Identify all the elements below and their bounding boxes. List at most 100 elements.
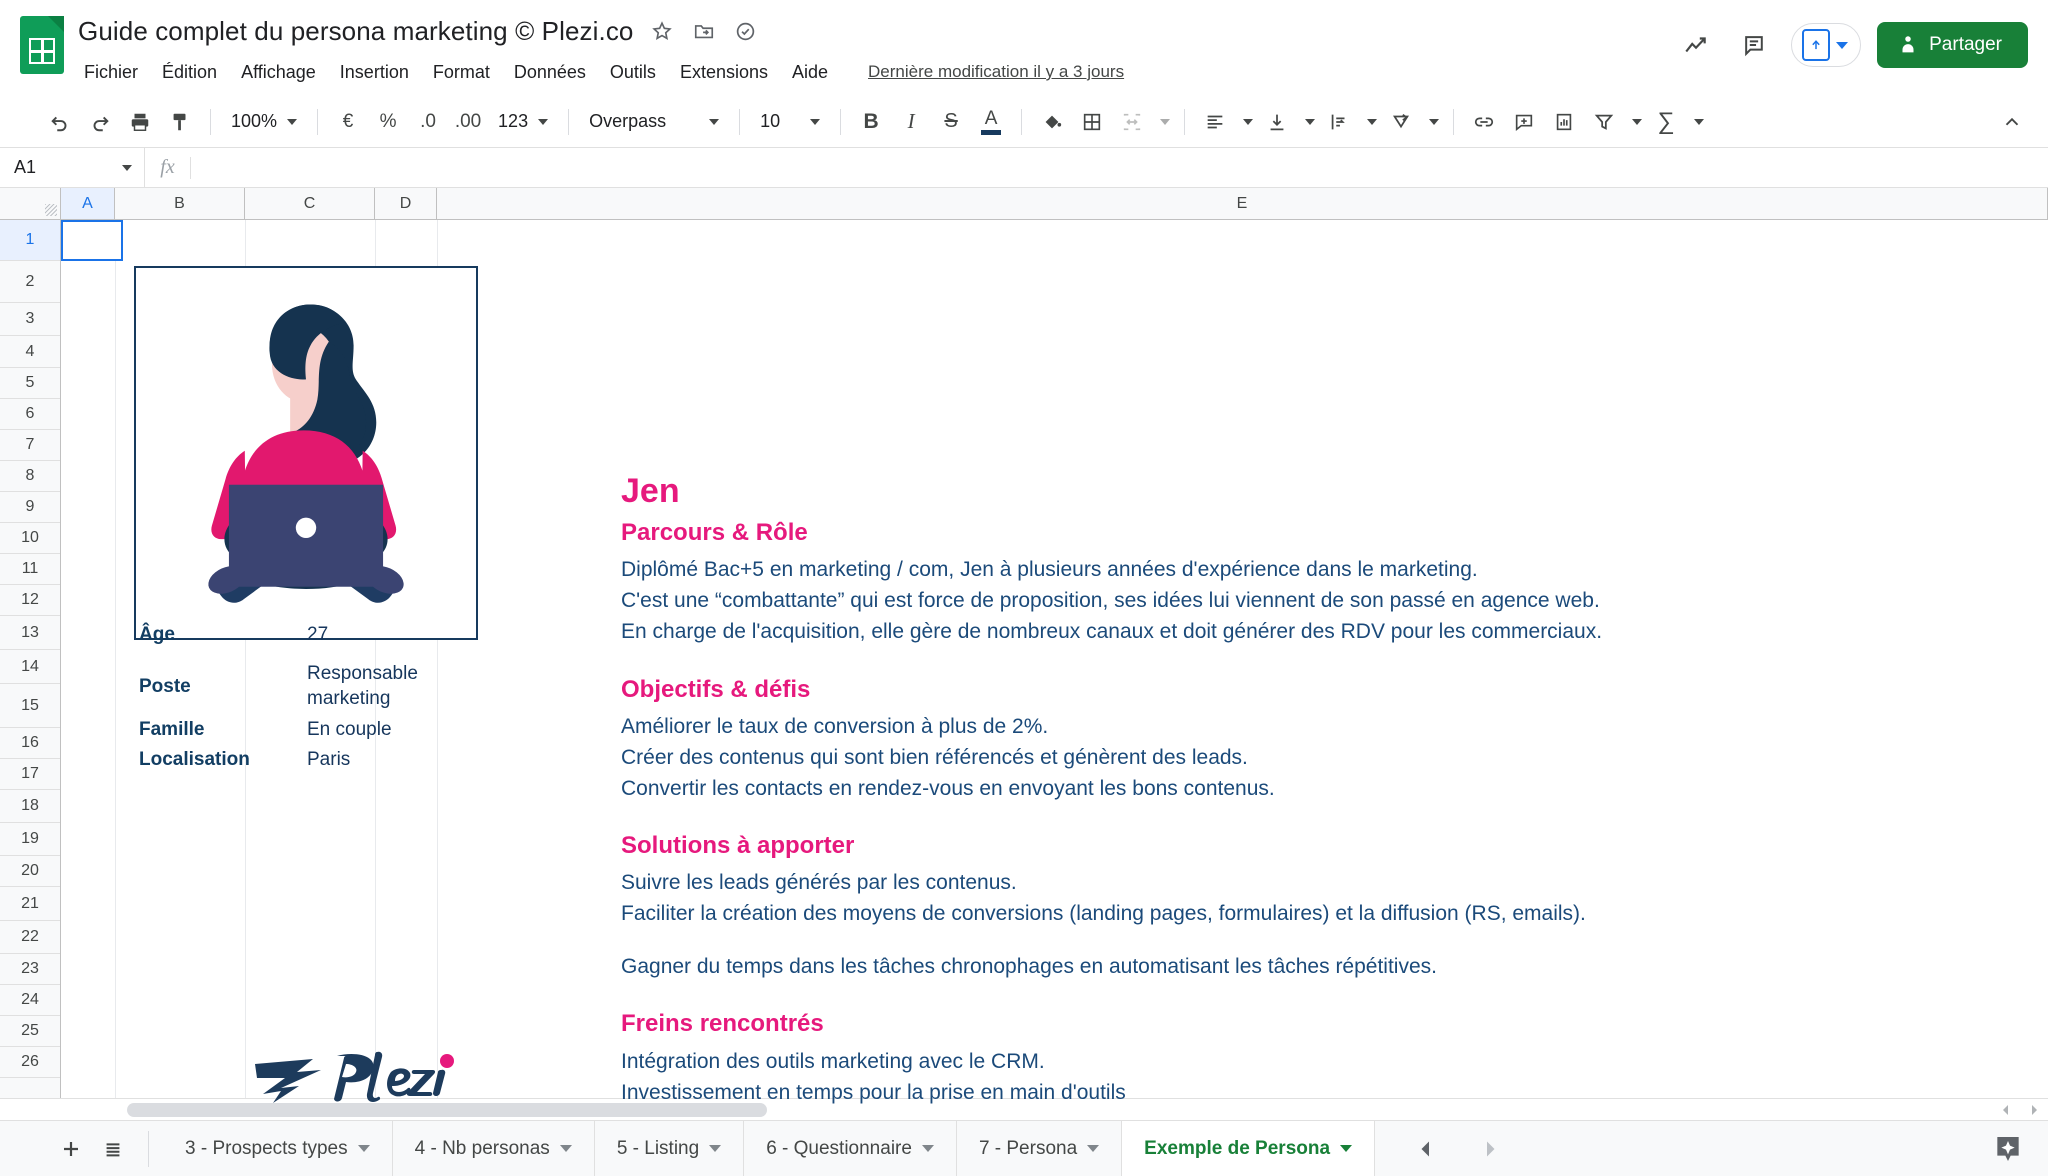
menu-donnees[interactable]: Données: [502, 58, 598, 87]
vertical-align-icon[interactable]: [1257, 102, 1297, 142]
move-to-folder-icon[interactable]: [690, 17, 718, 45]
number-format-selector[interactable]: 123: [488, 111, 558, 132]
cloud-saved-icon[interactable]: [732, 17, 760, 45]
row-header-13[interactable]: 13: [0, 616, 60, 650]
text-wrap-icon[interactable]: [1319, 102, 1359, 142]
fill-color-icon[interactable]: [1032, 102, 1072, 142]
row-header-25[interactable]: 25: [0, 1016, 60, 1047]
all-sheets-icon[interactable]: [92, 1128, 134, 1170]
row-header-9[interactable]: 9: [0, 492, 60, 523]
row-header-14[interactable]: 14: [0, 650, 60, 684]
row-header-10[interactable]: 10: [0, 523, 60, 554]
row-header-26[interactable]: 26: [0, 1047, 60, 1078]
sheet-tab-chevron-down-icon[interactable]: [1087, 1145, 1100, 1152]
column-header-c[interactable]: C: [245, 188, 375, 219]
row-header-23[interactable]: 23: [0, 954, 60, 985]
horizontal-scrollbar[interactable]: [0, 1098, 2048, 1120]
last-modification-link[interactable]: Dernière modification il y a 3 jours: [868, 62, 1124, 82]
functions-chevron-down-icon[interactable]: [1686, 102, 1708, 142]
add-sheet-icon[interactable]: [50, 1128, 92, 1170]
increase-decimal-button[interactable]: .00: [448, 102, 488, 142]
merge-chevron-down-icon[interactable]: [1152, 102, 1174, 142]
bold-button[interactable]: B: [851, 102, 891, 142]
select-all-corner[interactable]: [0, 188, 61, 219]
row-header-21[interactable]: 21: [0, 887, 60, 921]
menu-outils[interactable]: Outils: [598, 58, 668, 87]
scroll-left-icon[interactable]: [1992, 1099, 2020, 1121]
menu-extensions[interactable]: Extensions: [668, 58, 780, 87]
name-box-chevron-down-icon[interactable]: [122, 164, 132, 171]
merge-cells-icon[interactable]: [1112, 102, 1152, 142]
present-chevron-down-icon[interactable]: [1836, 41, 1849, 49]
column-header-d[interactable]: D: [375, 188, 437, 219]
row-header-15[interactable]: 15: [0, 684, 60, 728]
zoom-selector[interactable]: 100%: [221, 111, 307, 132]
sheet-tab-chevron-down-icon[interactable]: [921, 1145, 934, 1152]
row-header-5[interactable]: 5: [0, 368, 60, 399]
sheet-tab-chevron-down-icon[interactable]: [357, 1145, 370, 1152]
text-rotation-icon[interactable]: [1381, 102, 1421, 142]
valign-chevron-down-icon[interactable]: [1297, 102, 1319, 142]
explore-icon[interactable]: [1988, 1129, 2028, 1169]
column-header-b[interactable]: B: [115, 188, 245, 219]
sheet-tab-7-persona[interactable]: 7 - Persona: [957, 1120, 1123, 1176]
next-sheet-arrow-icon[interactable]: [1469, 1128, 1511, 1170]
redo-icon[interactable]: [80, 102, 120, 142]
menu-insertion[interactable]: Insertion: [328, 58, 421, 87]
comment-history-icon[interactable]: [1733, 24, 1775, 66]
filter-chevron-down-icon[interactable]: [1624, 102, 1646, 142]
percent-format-button[interactable]: %: [368, 102, 408, 142]
sheet-tab-5-listing[interactable]: 5 - Listing: [595, 1120, 745, 1176]
text-color-button[interactable]: A: [971, 102, 1011, 142]
sheet-tab-chevron-down-icon[interactable]: [559, 1145, 572, 1152]
sheet-tab-3-prospects-types[interactable]: 3 - Prospects types: [163, 1120, 393, 1176]
sheet-tab-6-questionnaire[interactable]: 6 - Questionnaire: [744, 1120, 957, 1176]
row-header-20[interactable]: 20: [0, 856, 60, 887]
row-header-11[interactable]: 11: [0, 554, 60, 585]
prev-sheet-arrow-icon[interactable]: [1405, 1128, 1447, 1170]
wrap-chevron-down-icon[interactable]: [1359, 102, 1381, 142]
hscroll-thumb[interactable]: [127, 1102, 767, 1117]
cell-area[interactable]: Âge 27 Poste Responsable marketing Famil…: [61, 220, 2048, 1104]
row-header-8[interactable]: 8: [0, 461, 60, 492]
row-header-4[interactable]: 4: [0, 336, 60, 368]
sheet-tab-exemple-de-persona[interactable]: Exemple de Persona: [1122, 1120, 1376, 1176]
menu-edition[interactable]: Édition: [150, 58, 229, 87]
row-header-17[interactable]: 17: [0, 759, 60, 790]
font-size-selector[interactable]: 10: [750, 111, 830, 132]
row-header-19[interactable]: 19: [0, 823, 60, 856]
name-box[interactable]: A1: [0, 148, 145, 187]
row-header-2[interactable]: 2: [0, 261, 60, 303]
star-icon[interactable]: [648, 17, 676, 45]
functions-icon[interactable]: ∑: [1646, 102, 1686, 142]
print-icon[interactable]: [120, 102, 160, 142]
document-title[interactable]: Guide complet du persona marketing © Ple…: [78, 16, 634, 47]
insert-comment-icon[interactable]: [1504, 102, 1544, 142]
sheet-tab-chevron-down-icon[interactable]: [709, 1145, 722, 1152]
horizontal-align-icon[interactable]: [1195, 102, 1235, 142]
halign-chevron-down-icon[interactable]: [1235, 102, 1257, 142]
row-header-16[interactable]: 16: [0, 728, 60, 759]
filter-icon[interactable]: [1584, 102, 1624, 142]
collapse-toolbar-icon[interactable]: [1992, 102, 2032, 142]
row-header-18[interactable]: 18: [0, 790, 60, 823]
selected-cell-a1[interactable]: [61, 220, 123, 261]
insert-chart-icon[interactable]: [1544, 102, 1584, 142]
share-button[interactable]: Partager: [1877, 22, 2028, 68]
row-header-1[interactable]: 1: [0, 220, 60, 261]
row-header-7[interactable]: 7: [0, 430, 60, 461]
menu-format[interactable]: Format: [421, 58, 502, 87]
font-family-selector[interactable]: Overpass: [579, 111, 729, 132]
column-header-a[interactable]: A: [61, 188, 115, 219]
sheet-tab-chevron-down-icon[interactable]: [1340, 1145, 1353, 1152]
menu-fichier[interactable]: Fichier: [78, 58, 150, 87]
hscroll-track[interactable]: [61, 1099, 1992, 1121]
menu-affichage[interactable]: Affichage: [229, 58, 328, 87]
present-button[interactable]: [1791, 23, 1862, 67]
menu-aide[interactable]: Aide: [780, 58, 840, 87]
undo-icon[interactable]: [40, 102, 80, 142]
scroll-right-icon[interactable]: [2020, 1099, 2048, 1121]
borders-icon[interactable]: [1072, 102, 1112, 142]
paint-format-icon[interactable]: [160, 102, 200, 142]
activity-trend-icon[interactable]: [1675, 24, 1717, 66]
